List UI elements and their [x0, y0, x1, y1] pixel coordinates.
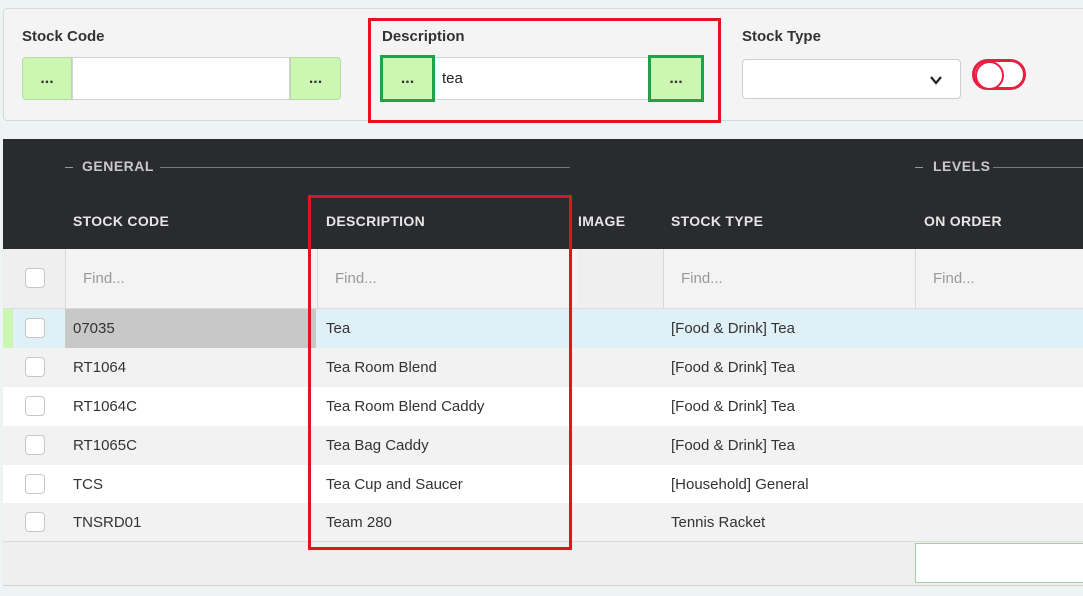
pager-input[interactable]: [915, 543, 1083, 583]
row-checkbox[interactable]: [25, 396, 45, 416]
column-header-image[interactable]: IMAGE: [578, 213, 625, 229]
row-checkbox[interactable]: [25, 318, 45, 338]
cell-stock-type[interactable]: [Food & Drink] Tea: [671, 387, 795, 426]
stock-code-lookup-left-button[interactable]: ...: [22, 57, 72, 100]
row-checkbox[interactable]: [25, 474, 45, 494]
stock-code-input[interactable]: [72, 57, 290, 100]
row-checkbox[interactable]: [25, 435, 45, 455]
find-stock-code-input[interactable]: Find...: [65, 249, 317, 308]
stock-type-label: Stock Type: [742, 28, 821, 45]
stock-code-lookup-right-button[interactable]: ...: [290, 57, 341, 100]
group-dash: [65, 167, 73, 168]
group-levels-line: [993, 167, 1083, 168]
cell-stock-code[interactable]: 07035: [65, 309, 316, 348]
cell-stock-type[interactable]: Tennis Racket: [671, 503, 765, 542]
find-stock-type-input[interactable]: Find...: [663, 249, 915, 308]
group-general-line: [160, 167, 570, 168]
chevron-down-icon: [930, 76, 942, 85]
description-lookup-left-button[interactable]: ...: [380, 55, 435, 102]
description-input[interactable]: tea: [433, 57, 651, 100]
group-dash: [915, 167, 923, 168]
row-checkbox[interactable]: [25, 512, 45, 532]
description-label: Description: [382, 28, 465, 45]
column-header-on-order[interactable]: ON ORDER: [924, 213, 1002, 229]
cell-stock-code[interactable]: RT1065C: [73, 426, 137, 465]
cell-stock-type[interactable]: [Food & Drink] Tea: [671, 309, 795, 348]
stock-code-label: Stock Code: [22, 28, 105, 45]
cell-stock-type[interactable]: [Food & Drink] Tea: [671, 348, 795, 387]
toggle-switch[interactable]: [972, 59, 1026, 90]
cell-stock-code[interactable]: TCS: [73, 465, 103, 504]
group-general-label: GENERAL: [82, 158, 154, 174]
toggle-knob: [975, 61, 1004, 90]
row-selected-indicator: [3, 309, 13, 348]
cell-stock-type[interactable]: [Household] General: [671, 465, 809, 504]
cell-stock-code[interactable]: TNSRD01: [73, 503, 141, 542]
cell-stock-type[interactable]: [Food & Drink] Tea: [671, 426, 795, 465]
row-checkbox[interactable]: [25, 357, 45, 377]
select-all-checkbox[interactable]: [25, 268, 45, 288]
find-on-order-input[interactable]: Find...: [915, 249, 1083, 308]
group-levels-label: LEVELS: [933, 158, 991, 174]
description-lookup-right-button[interactable]: ...: [648, 55, 704, 102]
column-header-stock-code[interactable]: STOCK CODE: [73, 213, 169, 229]
description-column-highlight: [308, 195, 572, 550]
cell-stock-code[interactable]: RT1064C: [73, 387, 137, 426]
stock-type-select[interactable]: [742, 59, 961, 99]
cell-stock-code[interactable]: RT1064: [73, 348, 126, 387]
column-header-stock-type[interactable]: STOCK TYPE: [671, 213, 763, 229]
